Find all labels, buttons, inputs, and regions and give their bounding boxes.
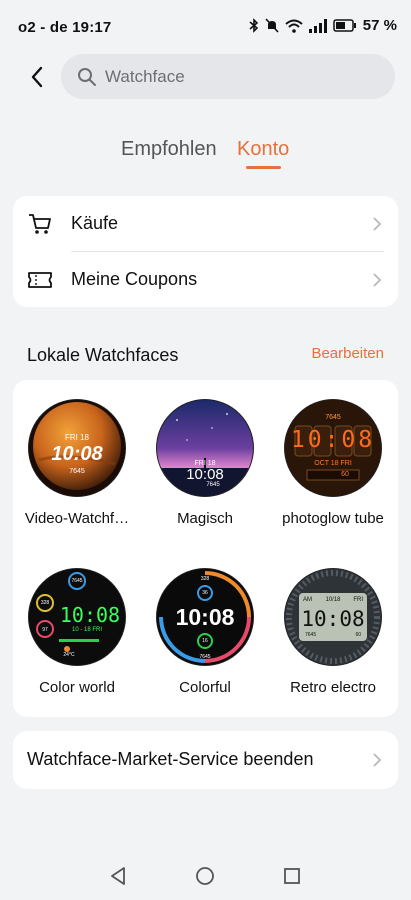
search-input[interactable] (103, 65, 357, 88)
watchface-name: Retro electro (290, 679, 376, 696)
face-steps: 7645 (69, 468, 85, 475)
face-time: 10:08 (175, 604, 235, 630)
face-time: 10:08 (186, 466, 224, 483)
face-date: 10 - 18 FRI (71, 627, 102, 633)
watchface-tile[interactable]: AM 10/18 FRI 10:08 7645 60 Retro electro (269, 569, 397, 696)
active-tab-indicator (246, 166, 281, 169)
watchface-name: Colorful (179, 679, 231, 696)
nav-back-button[interactable] (107, 865, 129, 887)
edit-link[interactable]: Bearbeiten (311, 345, 384, 362)
tab-empfohlen[interactable]: Empfohlen (121, 138, 217, 161)
carrier-time: o2 - de 19:17 (18, 19, 112, 36)
menu-item-label: Meine Coupons (71, 269, 198, 289)
bluetooth-icon (249, 18, 258, 33)
back-button[interactable] (22, 62, 52, 92)
face-time: 10:08 (301, 607, 365, 631)
battery-icon (333, 19, 356, 32)
face-stat-2: 16 (202, 638, 208, 644)
face-steps: 7645 (305, 632, 317, 638)
watchface-name: Magisch (177, 510, 233, 527)
watchface-tile[interactable]: FRI 18 10:08 7645 Magisch (141, 400, 269, 527)
chevron-right-icon (373, 752, 382, 767)
face-time: 10:08 (51, 443, 103, 465)
coupon-icon (26, 266, 54, 294)
tab-konto[interactable]: Konto (237, 138, 289, 161)
signal-icon (308, 18, 327, 33)
watchface-preview: 7645 328 97 10:08 10 - 18 FRI 24°C (29, 569, 125, 665)
watchface-grid-card: FRI 18 10:08 7645 Video-Watchf… FRI 18 1… (13, 380, 398, 717)
face-calories: 328 (40, 600, 50, 606)
wifi-icon (285, 19, 303, 33)
circle-home-icon (196, 867, 214, 885)
face-time: 10:08 (290, 427, 376, 453)
face-temperature: 24°C (63, 652, 75, 658)
square-recents-icon (284, 868, 300, 884)
stop-service-item[interactable]: Watchface-Market-Service beenden (13, 732, 398, 787)
chevron-right-icon (373, 272, 382, 287)
face-stat-1: 36 (202, 590, 208, 596)
watchface-tile[interactable]: 7645 328 97 10:08 10 - 18 FRI 24°C Color… (13, 569, 141, 696)
watchface-preview: 328 36 10:08 16 7645 (157, 569, 253, 665)
account-menu-card: Käufe Meine Coupons (13, 196, 398, 307)
watchface-preview: 7645 10:08 OCT 18 FRI 60 (285, 400, 381, 496)
triangle-back-icon (111, 867, 125, 885)
stop-service-label: Watchface-Market-Service beenden (27, 749, 314, 769)
menu-item-purchases[interactable]: Käufe (13, 196, 398, 251)
face-date: FRI 18 (64, 433, 89, 442)
menu-item-coupons[interactable]: Meine Coupons (13, 252, 398, 307)
menu-item-label: Käufe (71, 213, 119, 233)
face-battery: 60 (355, 632, 361, 638)
nav-recents-button[interactable] (281, 865, 303, 887)
search-bar[interactable] (61, 54, 395, 99)
watchface-name: Video-Watchf… (24, 510, 130, 527)
section-title: Lokale Watchfaces (27, 345, 179, 365)
search-icon (78, 67, 96, 86)
watchface-tile[interactable]: 7645 10:08 OCT 18 FRI 60 photoglow tube (269, 400, 397, 527)
back-arrow-icon (31, 66, 43, 88)
face-date: 10/18 (325, 597, 341, 603)
mute-bell-icon (265, 18, 279, 33)
stop-service-card[interactable]: Watchface-Market-Service beenden (13, 731, 398, 789)
face-heart-rate: 97 (42, 627, 48, 633)
chevron-right-icon (373, 216, 382, 231)
face-date: OCT 18 FRI (314, 460, 352, 467)
watchface-name: Color world (39, 679, 115, 696)
watchface-tile[interactable]: FRI 18 10:08 7645 Video-Watchf… (13, 400, 141, 527)
cart-icon (26, 210, 54, 238)
system-nav-bar (0, 855, 411, 900)
status-bar: o2 - de 19:17 57 % (0, 0, 411, 52)
face-steps: 7645 (325, 414, 341, 421)
battery-percent: 57 % (362, 17, 397, 34)
face-steps: 7645 (71, 578, 83, 584)
watchface-preview: FRI 18 10:08 7645 (157, 400, 253, 496)
watchface-preview: FRI 18 10:08 7645 (29, 400, 125, 496)
watchface-tile[interactable]: 328 36 10:08 16 7645 Colorful (141, 569, 269, 696)
nav-home-button[interactable] (194, 865, 216, 887)
status-icons: 57 % (249, 17, 397, 34)
face-calories: 328 (200, 576, 210, 582)
face-steps: 7645 (199, 654, 211, 660)
tab-bar: Empfohlen Konto (0, 138, 411, 178)
face-time: 10:08 (59, 603, 121, 627)
face-steps: 7645 (206, 482, 220, 488)
face-battery: 60 (341, 471, 349, 478)
watchface-preview: AM 10/18 FRI 10:08 7645 60 (285, 569, 381, 665)
face-day: FRI (353, 597, 363, 603)
watchface-name: photoglow tube (282, 510, 384, 527)
